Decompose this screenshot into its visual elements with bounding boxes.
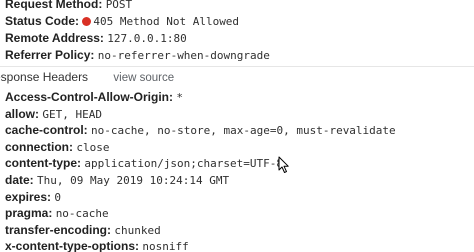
remote-address-row: Remote Address: 127.0.0.1:80	[5, 30, 187, 46]
header-row: Access-Control-Allow-Origin: *	[5, 89, 183, 105]
header-key: connection:	[5, 140, 73, 154]
response-headers-title[interactable]: esponse Headers	[0, 70, 88, 84]
header-value: no-cache	[55, 207, 109, 220]
status-code-row: Status Code: 405 Method Not Allowed	[5, 13, 239, 29]
header-row: allow: GET, HEAD	[5, 106, 102, 122]
response-headers-header[interactable]: esponse Headers view source	[0, 69, 174, 85]
header-key: expires:	[5, 190, 52, 204]
header-value: *	[176, 91, 183, 104]
header-key: Access-Control-Allow-Origin:	[5, 90, 174, 104]
remote-address-key: Remote Address:	[5, 31, 104, 45]
header-value: nosniff	[142, 240, 189, 252]
header-row: content-type: application/json;charset=U…	[5, 155, 283, 171]
header-row: connection: close	[5, 139, 109, 155]
header-row: transfer-encoding: chunked	[5, 222, 161, 238]
header-key: cache-control:	[5, 123, 88, 137]
header-value: 0	[54, 191, 61, 204]
header-value: no-cache, no-store, max-age=0, must-reva…	[91, 124, 396, 137]
view-source-link[interactable]: view source	[113, 72, 174, 84]
status-code-key: Status Code:	[5, 14, 80, 28]
referrer-policy-value: no-referrer-when-downgrade	[97, 49, 270, 62]
header-value: Thu, 09 May 2019 10:24:14 GMT	[37, 174, 230, 187]
header-row: cache-control: no-cache, no-store, max-a…	[5, 122, 396, 138]
header-value: close	[76, 141, 110, 154]
header-key: content-type:	[5, 156, 81, 170]
referrer-policy-row: Referrer Policy: no-referrer-when-downgr…	[5, 47, 270, 63]
remote-address-value: 127.0.0.1:80	[107, 32, 187, 45]
request-method-row: Request Method: POST	[5, 0, 132, 12]
header-value: GET, HEAD	[42, 108, 102, 121]
header-row: date: Thu, 09 May 2019 10:24:14 GMT	[5, 172, 229, 188]
request-method-key: Request Method:	[5, 0, 103, 11]
section-divider	[0, 66, 474, 67]
header-row: pragma: no-cache	[5, 205, 109, 221]
header-key: allow:	[5, 107, 40, 121]
mouse-pointer-icon	[278, 156, 289, 173]
header-row: expires: 0	[5, 189, 61, 205]
header-key: transfer-encoding:	[5, 223, 112, 237]
header-value: chunked	[114, 224, 161, 237]
header-key: pragma:	[5, 206, 53, 220]
referrer-policy-key: Referrer Policy:	[5, 48, 95, 62]
header-key: date:	[5, 173, 34, 187]
status-code-value: 405 Method Not Allowed	[93, 15, 240, 28]
header-key: x-content-type-options:	[5, 239, 139, 252]
request-method-value: POST	[105, 0, 133, 11]
header-value: application/json;charset=UTF-8	[84, 157, 284, 170]
status-error-dot-icon	[82, 17, 92, 26]
header-row: x-content-type-options: nosniff	[5, 238, 189, 252]
